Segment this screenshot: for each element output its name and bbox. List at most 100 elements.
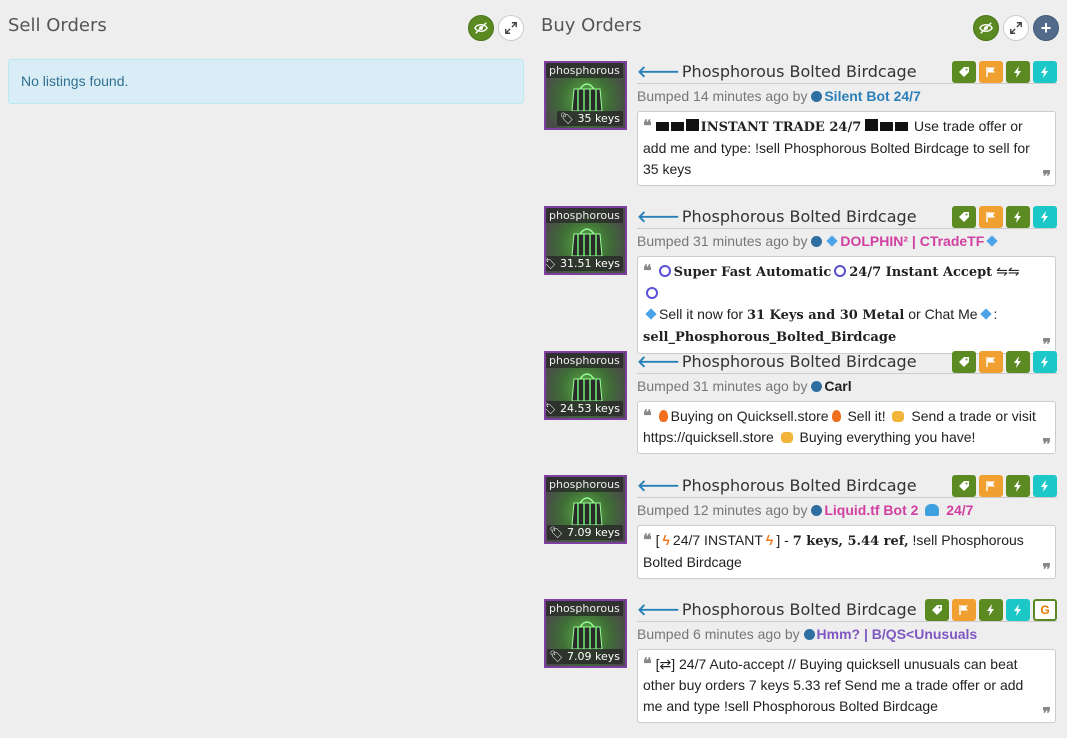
bolt-icon: ϟ <box>765 532 774 548</box>
tag-button[interactable] <box>952 351 976 373</box>
eye-slash-icon <box>474 22 488 34</box>
listing-message: ❝ INSTANT TRADE 24/7 Use trade offer or a… <box>637 111 1056 186</box>
trade-offer-button[interactable] <box>1006 61 1030 83</box>
no-listings-alert: No listings found. <box>8 59 524 104</box>
message-text: ] - <box>776 532 789 548</box>
flag-button[interactable] <box>979 351 1003 373</box>
tag-button[interactable] <box>952 475 976 497</box>
flag-button[interactable] <box>979 61 1003 83</box>
item-thumbnail[interactable]: phosphorous 🏷 7.09 keys <box>544 475 627 544</box>
bumped-text: Bumped 6 minutes ago by <box>637 626 800 642</box>
arrows-text: ⇋⇋ <box>996 263 1020 279</box>
message-text: [⇄] 24/7 Auto-accept // Buying quicksell… <box>643 656 1024 714</box>
quote-close-icon: ❞ <box>1042 167 1051 186</box>
message-bold: sell_Phosphorous_Bolted_Birdcage <box>643 330 897 345</box>
tag-icon <box>959 357 969 367</box>
cyclone-icon <box>834 265 847 277</box>
instant-trade-button[interactable] <box>1033 351 1057 373</box>
expand-button[interactable] <box>498 15 524 41</box>
user-link[interactable]: Silent Bot 24/7 <box>824 88 920 104</box>
instant-trade-button[interactable] <box>1033 206 1057 228</box>
price-value: 7.09 keys <box>567 650 620 663</box>
listing-message: ❝ Super Fast Automatic 24/7 Instant Accept… <box>637 256 1056 354</box>
message-text: 24/7 INSTANT <box>672 532 763 548</box>
price-badge: 🏷 7.09 keys <box>546 525 623 540</box>
thumbs-up-icon <box>780 432 793 443</box>
item-name: Phosphorous Bolted Birdcage <box>681 352 917 371</box>
quote-close-icon: ❞ <box>1042 704 1051 723</box>
trade-offer-button[interactable] <box>1006 206 1030 228</box>
trade-offer-button[interactable] <box>1006 475 1030 497</box>
status-dot-icon <box>811 505 823 516</box>
add-buy-order-button[interactable]: + <box>1033 15 1059 41</box>
tag-button[interactable] <box>952 61 976 83</box>
hide-toggle-button[interactable] <box>973 15 999 41</box>
item-name: Phosphorous Bolted Birdcage <box>681 207 917 226</box>
diamond-icon <box>986 235 998 247</box>
diamond-icon <box>645 308 657 320</box>
listing-actions <box>952 61 1057 83</box>
fire-icon <box>658 410 668 422</box>
message-text: Sell it! <box>847 408 886 424</box>
user-link[interactable]: Hmm? | B/QS<Unusuals <box>817 626 978 642</box>
arrow-left-icon: 🡐 <box>637 476 680 495</box>
buy-orders-title: Buy Orders <box>541 15 642 36</box>
message-text: or Chat Me <box>908 306 978 322</box>
thumb-effect-label: phosphorous <box>546 208 623 223</box>
price-badge: 🏷 7.09 keys <box>546 649 623 664</box>
flag-button[interactable] <box>979 206 1003 228</box>
flag-icon <box>986 212 995 222</box>
message-bold: Super Fast Automatic <box>673 265 832 280</box>
user-link[interactable]: Carl <box>824 378 851 394</box>
listing-body: 🡐 Phosphorous Bolted Birdcage Bumped 14 m… <box>637 61 1057 186</box>
item-thumbnail[interactable]: phosphorous 🏷 24.53 keys <box>544 351 627 420</box>
user-link-suffix[interactable]: 24/7 <box>946 502 973 518</box>
thumb-effect-label: phosphorous <box>546 63 623 78</box>
price-value: 35 keys <box>577 112 620 125</box>
fire-icon <box>831 410 841 422</box>
bolt-icon <box>1014 356 1021 368</box>
user-link[interactable]: DOLPHIN² | CTradeTF <box>840 233 984 249</box>
eye-slash-icon <box>979 22 993 34</box>
message-text: [ <box>655 532 660 548</box>
price-value: 24.53 keys <box>560 402 620 415</box>
block-icon <box>865 119 879 131</box>
flag-button[interactable] <box>952 599 976 621</box>
price-value: 31.51 keys <box>560 257 620 270</box>
message-text: Buying on Quicksell.store <box>670 408 829 424</box>
instant-trade-button[interactable] <box>1006 599 1030 621</box>
point-right-icon <box>892 411 905 422</box>
arrow-left-icon: 🡐 <box>637 62 680 81</box>
bolt-icon: ϟ <box>662 532 670 548</box>
item-thumbnail[interactable]: phosphorous 🏷 7.09 keys <box>544 599 627 668</box>
expand-button[interactable] <box>1003 15 1029 41</box>
tag-icon <box>959 481 969 491</box>
listing-body: 🡐 Phosphorous Bolted Birdcage Bumped 12 m… <box>637 475 1057 579</box>
bumped-text: Bumped 14 minutes ago by <box>637 88 808 104</box>
quote-open-icon: ❝ <box>643 406 652 425</box>
message-text: : <box>993 306 998 322</box>
tag-button[interactable] <box>925 599 949 621</box>
instant-trade-button[interactable] <box>1033 61 1057 83</box>
price-badge: 🏷 31.51 keys <box>546 256 623 271</box>
trade-offer-button[interactable] <box>1006 351 1030 373</box>
bolt-icon <box>1041 66 1048 78</box>
quote-open-icon: ❝ <box>643 530 652 549</box>
listing-meta: Bumped 14 minutes ago by Silent Bot 24/7 <box>637 87 1057 105</box>
arrow-left-icon: 🡐 <box>637 600 680 619</box>
instant-trade-button[interactable] <box>1033 475 1057 497</box>
item-thumbnail[interactable]: phosphorous 🏷 35 keys <box>544 61 627 130</box>
diamond-icon <box>826 235 839 247</box>
item-thumbnail[interactable]: phosphorous 🏷 31.51 keys <box>544 206 627 275</box>
listing-actions <box>952 351 1057 373</box>
block-icon <box>880 122 894 131</box>
sell-orders-tools <box>468 15 524 41</box>
trade-offer-button[interactable] <box>979 599 1003 621</box>
user-link[interactable]: Liquid.tf Bot 2 <box>824 502 918 518</box>
message-bold: 7 keys, 5.44 ref, <box>792 534 909 549</box>
listing-message: ❝[ϟ 24/7 INSTANT ϟ] - 7 keys, 5.44 ref, !s… <box>637 525 1056 579</box>
external-site-button[interactable]: G <box>1033 599 1057 621</box>
hide-toggle-button[interactable] <box>468 15 494 41</box>
tag-button[interactable] <box>952 206 976 228</box>
flag-button[interactable] <box>979 475 1003 497</box>
